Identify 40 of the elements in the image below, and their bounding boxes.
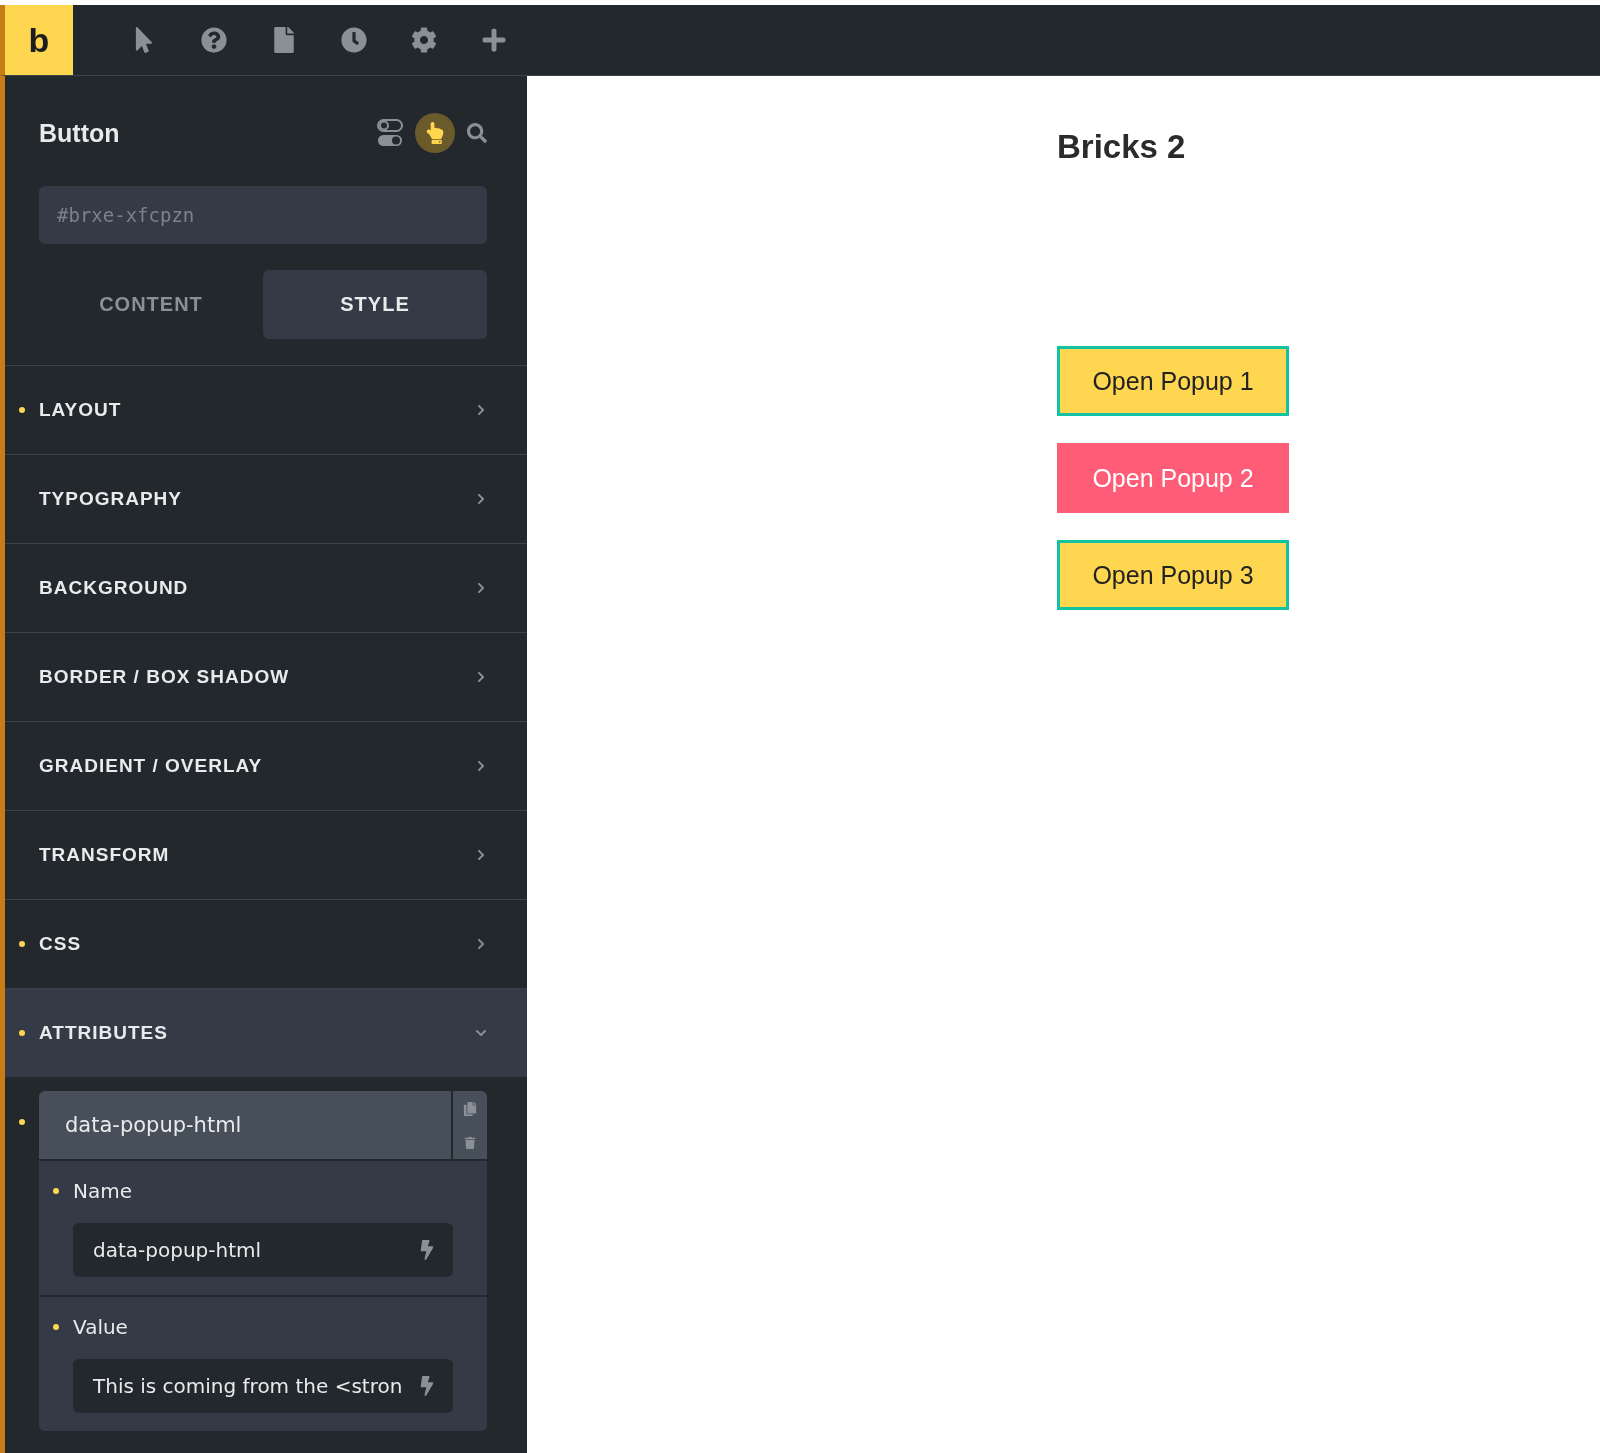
chevron-right-icon	[475, 493, 487, 505]
section-header[interactable]: TRANSFORM	[5, 810, 527, 899]
page-heading: Bricks 2	[1057, 128, 1186, 166]
search-icon[interactable]	[467, 123, 487, 143]
panel-title: Button	[39, 118, 121, 148]
popup-button[interactable]: Open Popup 3	[1057, 540, 1289, 610]
field-label: Value	[73, 1315, 128, 1339]
help-icon[interactable]	[201, 27, 227, 53]
section-header[interactable]: BACKGROUND	[5, 543, 527, 632]
chevron-down-icon	[475, 1027, 487, 1039]
modified-dot	[53, 1188, 59, 1194]
chevron-right-icon	[475, 582, 487, 594]
section-header[interactable]: BORDER / BOX SHADOW	[5, 632, 527, 721]
section-header[interactable]: TYPOGRAPHY	[5, 454, 527, 543]
section-header[interactable]: ATTRIBUTES	[5, 988, 527, 1077]
tab[interactable]: STYLE	[263, 270, 487, 339]
text-field[interactable]: This is coming from the <stron	[73, 1359, 453, 1413]
clock-icon[interactable]	[341, 27, 367, 53]
logo[interactable]: b	[5, 5, 73, 75]
settings-icon[interactable]	[411, 27, 437, 53]
page-icon[interactable]	[271, 27, 297, 53]
chevron-right-icon	[475, 404, 487, 416]
popup-button[interactable]: Open Popup 1	[1057, 346, 1289, 416]
copy-icon[interactable]	[463, 1101, 477, 1116]
section-header[interactable]: GRADIENT / OVERLAY	[5, 721, 527, 810]
field-label: Name	[73, 1179, 132, 1203]
chevron-right-icon	[475, 849, 487, 861]
tab[interactable]: CONTENT	[39, 270, 263, 339]
id-field[interactable]: #brxe-xfcpzn	[39, 186, 487, 244]
chevron-right-icon	[475, 760, 487, 772]
section-header[interactable]: LAYOUT	[5, 365, 527, 454]
toggle-icon[interactable]	[377, 118, 403, 148]
chevron-right-icon	[475, 671, 487, 683]
trash-icon[interactable]	[464, 1136, 476, 1149]
chevron-right-icon	[475, 938, 487, 950]
hand-pointer-icon[interactable]	[415, 113, 455, 153]
plus-icon[interactable]	[481, 27, 507, 53]
text-field[interactable]: data-popup-html	[73, 1223, 453, 1277]
modified-dot	[53, 1324, 59, 1330]
modified-dot	[19, 1119, 25, 1125]
